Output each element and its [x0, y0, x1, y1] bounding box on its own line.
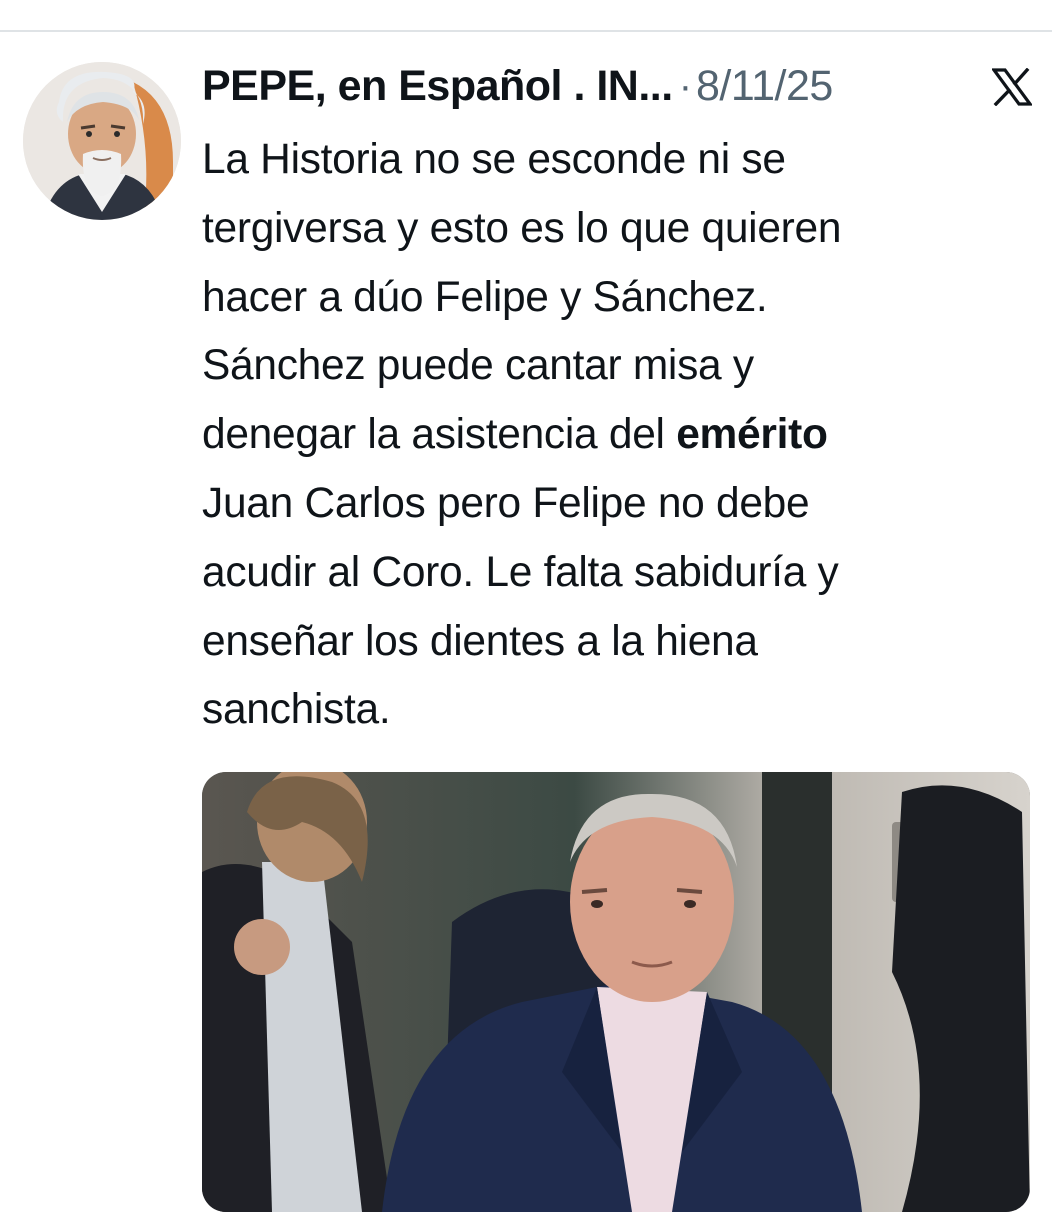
tweet-text-segment: denegar la asistencia del — [202, 411, 677, 459]
tweet-text-line: sanchista. — [202, 686, 391, 734]
tweet-text: La Historia no se esconde ni se tergiver… — [202, 126, 1042, 745]
tweet-text-line: Sánchez puede cantar misa y — [202, 342, 754, 390]
tweet-text-line: La Historia no se esconde ni se — [202, 136, 786, 183]
tweet-text-bold: emérito — [676, 411, 828, 459]
header-separator: · — [678, 63, 693, 108]
tweet-text-line: enseñar los dientes a la hiena — [202, 617, 758, 665]
bearded-man-avatar-icon — [23, 62, 181, 220]
tweet-text-line: Juan Carlos pero Felipe no debe — [202, 479, 810, 527]
tweet-text-line: tergiversa y esto es lo que quieren — [202, 204, 842, 252]
tweet-text-line: hacer a dúo Felipe y Sánchez. — [202, 273, 768, 321]
top-divider — [0, 30, 1052, 32]
x-logo-icon — [992, 68, 1032, 106]
tweet-text-line: acudir al Coro. Le falta sabiduría y — [202, 548, 839, 596]
tweet-timestamp[interactable]: 8/11/25 — [696, 62, 833, 111]
tweet-header: PEPE, en Español . IN... · 8/11/25 — [202, 58, 1032, 114]
tweet-text-line: denegar la asistencia del emérito — [202, 401, 1042, 470]
author-avatar[interactable] — [23, 62, 181, 220]
tweet-media-photo[interactable] — [202, 772, 1030, 1212]
author-display-name[interactable]: PEPE, en Español . IN... — [202, 62, 673, 111]
photo-elderly-man-suit-icon — [202, 772, 1030, 1212]
